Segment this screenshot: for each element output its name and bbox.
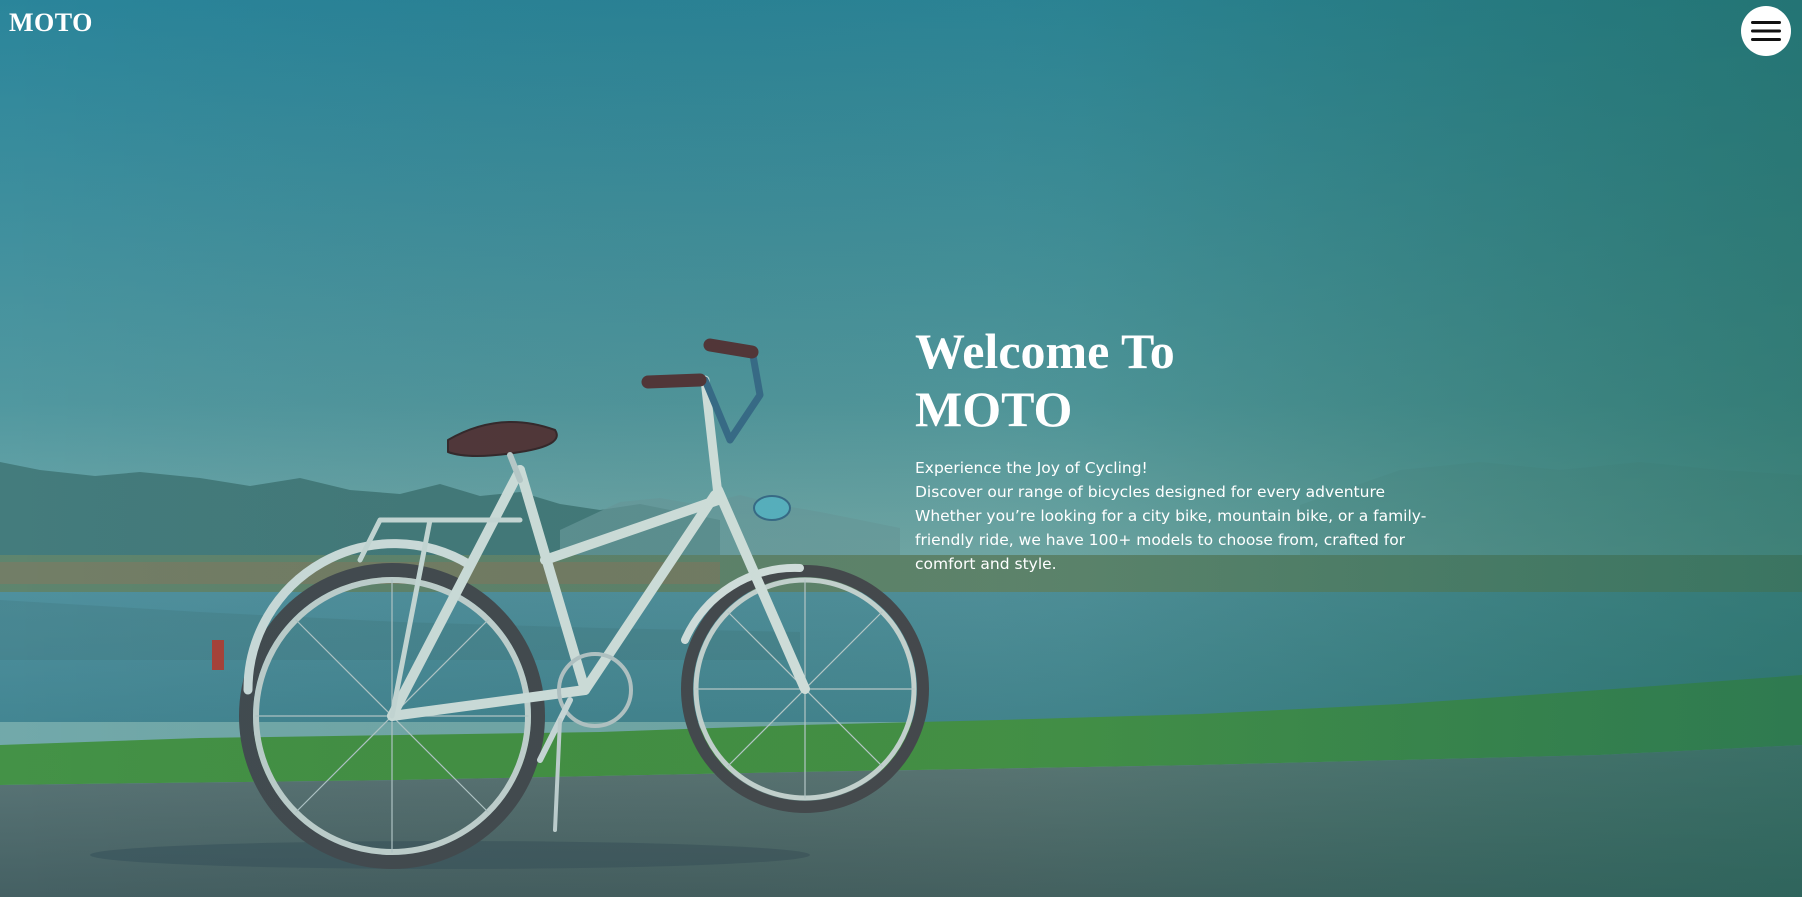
menu-button[interactable] — [1741, 6, 1791, 56]
hero-content: Welcome To MOTO Experience the Joy of Cy… — [915, 322, 1445, 576]
hero-description: Experience the Joy of Cycling! Discover … — [915, 456, 1445, 576]
hero-subtitle: Discover our range of bicycles designed … — [915, 483, 1386, 501]
hamburger-menu-icon — [1751, 21, 1781, 41]
site-logo[interactable]: MOTO — [9, 8, 93, 38]
hero-section: MOTO Welcome To MOTO Experience the Joy … — [0, 0, 1802, 897]
hero-body-text: Whether you’re looking for a city bike, … — [915, 507, 1427, 573]
hero-background-image — [0, 0, 1802, 897]
hero-title-line-2: MOTO — [915, 381, 1073, 437]
hero-title-line-1: Welcome To — [915, 323, 1175, 379]
hero-title: Welcome To MOTO — [915, 322, 1445, 438]
hero-tagline: Experience the Joy of Cycling! — [915, 459, 1148, 477]
